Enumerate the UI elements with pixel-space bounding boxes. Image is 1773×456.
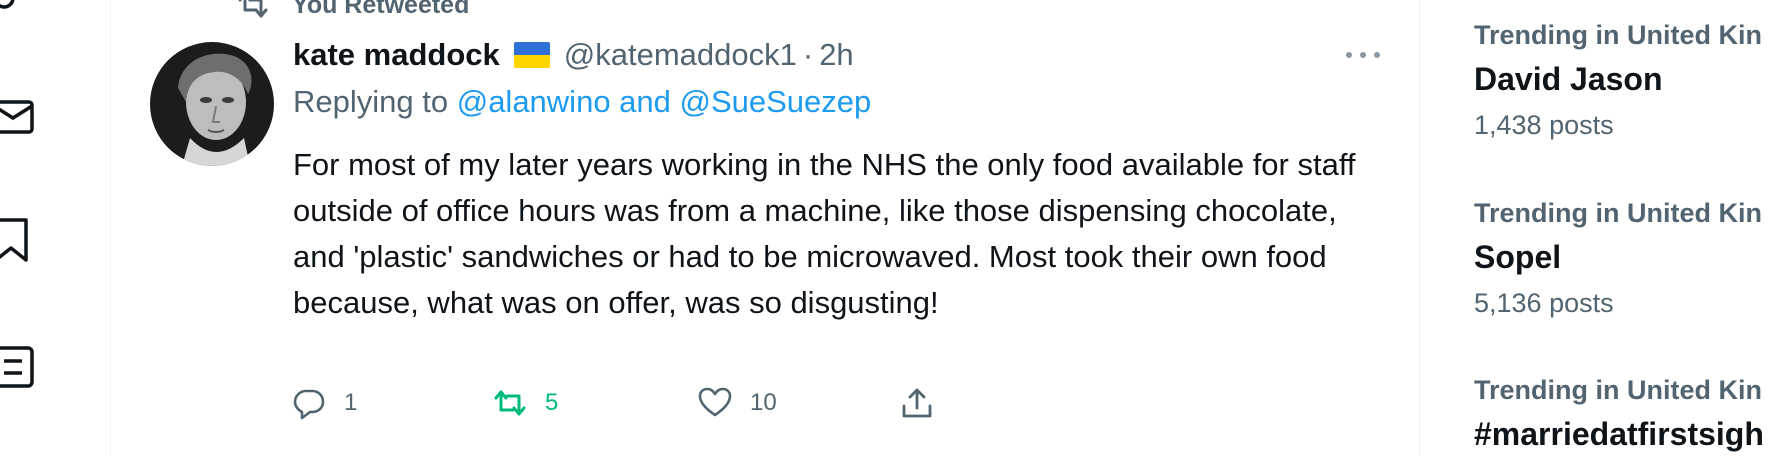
more-icon-dot — [1374, 52, 1380, 58]
reply-target-links[interactable]: @alanwino and @SueSuezep — [457, 84, 872, 119]
reply-icon — [293, 389, 325, 420]
trend-post-count: 1,438 posts — [1474, 110, 1614, 140]
trend-name: Sopel — [1474, 239, 1562, 275]
retweet-icon — [494, 390, 526, 416]
author-handle[interactable]: @katemaddock1 — [564, 37, 797, 73]
tweet-actions: 1 5 10 — [0, 386, 1300, 426]
like-button[interactable]: 10 — [698, 386, 777, 420]
tweet-author-row: kate maddock @katemaddock1 · 2h — [293, 34, 854, 76]
trend-context: Trending in United Kin — [1474, 375, 1762, 405]
more-options-button[interactable] — [1346, 40, 1380, 70]
retweet-count: 5 — [545, 389, 559, 416]
notification-icon[interactable] — [0, 0, 36, 22]
heart-icon — [698, 387, 732, 417]
trend-name: #marriedatfirstsigh — [1474, 416, 1764, 452]
separator-dot: · — [802, 37, 814, 72]
trend-post-count: 5,136 posts — [1474, 288, 1614, 318]
tweet-timestamp[interactable]: 2h — [819, 37, 853, 73]
lists-icon[interactable] — [0, 344, 36, 388]
messages-icon[interactable] — [0, 96, 36, 138]
trend-name: David Jason — [1474, 61, 1663, 97]
trend-item[interactable]: Trending in United Kin Sopel 5,136 posts — [1474, 198, 1773, 319]
trend-context: Trending in United Kin — [1474, 198, 1762, 228]
share-button[interactable] — [900, 386, 934, 420]
trend-context: Trending in United Kin — [1474, 20, 1762, 50]
tweet-text: For most of my later years working in th… — [293, 147, 1356, 320]
share-icon — [902, 388, 932, 418]
retweet-label: You Retweeted — [292, 0, 470, 19]
retweet-context: You Retweeted — [236, 0, 469, 20]
reply-prefix: Replying to — [293, 84, 449, 119]
reply-button[interactable]: 1 — [292, 386, 357, 420]
reply-count: 1 — [344, 389, 358, 416]
more-icon-dot — [1346, 52, 1352, 58]
bookmarks-icon[interactable] — [0, 216, 36, 262]
avatar[interactable] — [150, 42, 274, 166]
like-count: 10 — [750, 389, 777, 416]
replying-to: Replying to @alanwino and @SueSuezep — [293, 84, 871, 120]
author-name[interactable]: kate maddock — [293, 37, 500, 73]
column-divider — [1419, 0, 1420, 456]
ukraine-flag-icon — [513, 42, 550, 68]
retweet-button[interactable]: 5 — [493, 386, 558, 420]
trend-item[interactable]: Trending in United Kin David Jason 1,438… — [1474, 20, 1773, 141]
trend-item[interactable]: Trending in United Kin #marriedatfirstsi… — [1474, 375, 1773, 453]
retweet-icon — [238, 0, 268, 18]
more-icon-dot — [1360, 52, 1366, 58]
